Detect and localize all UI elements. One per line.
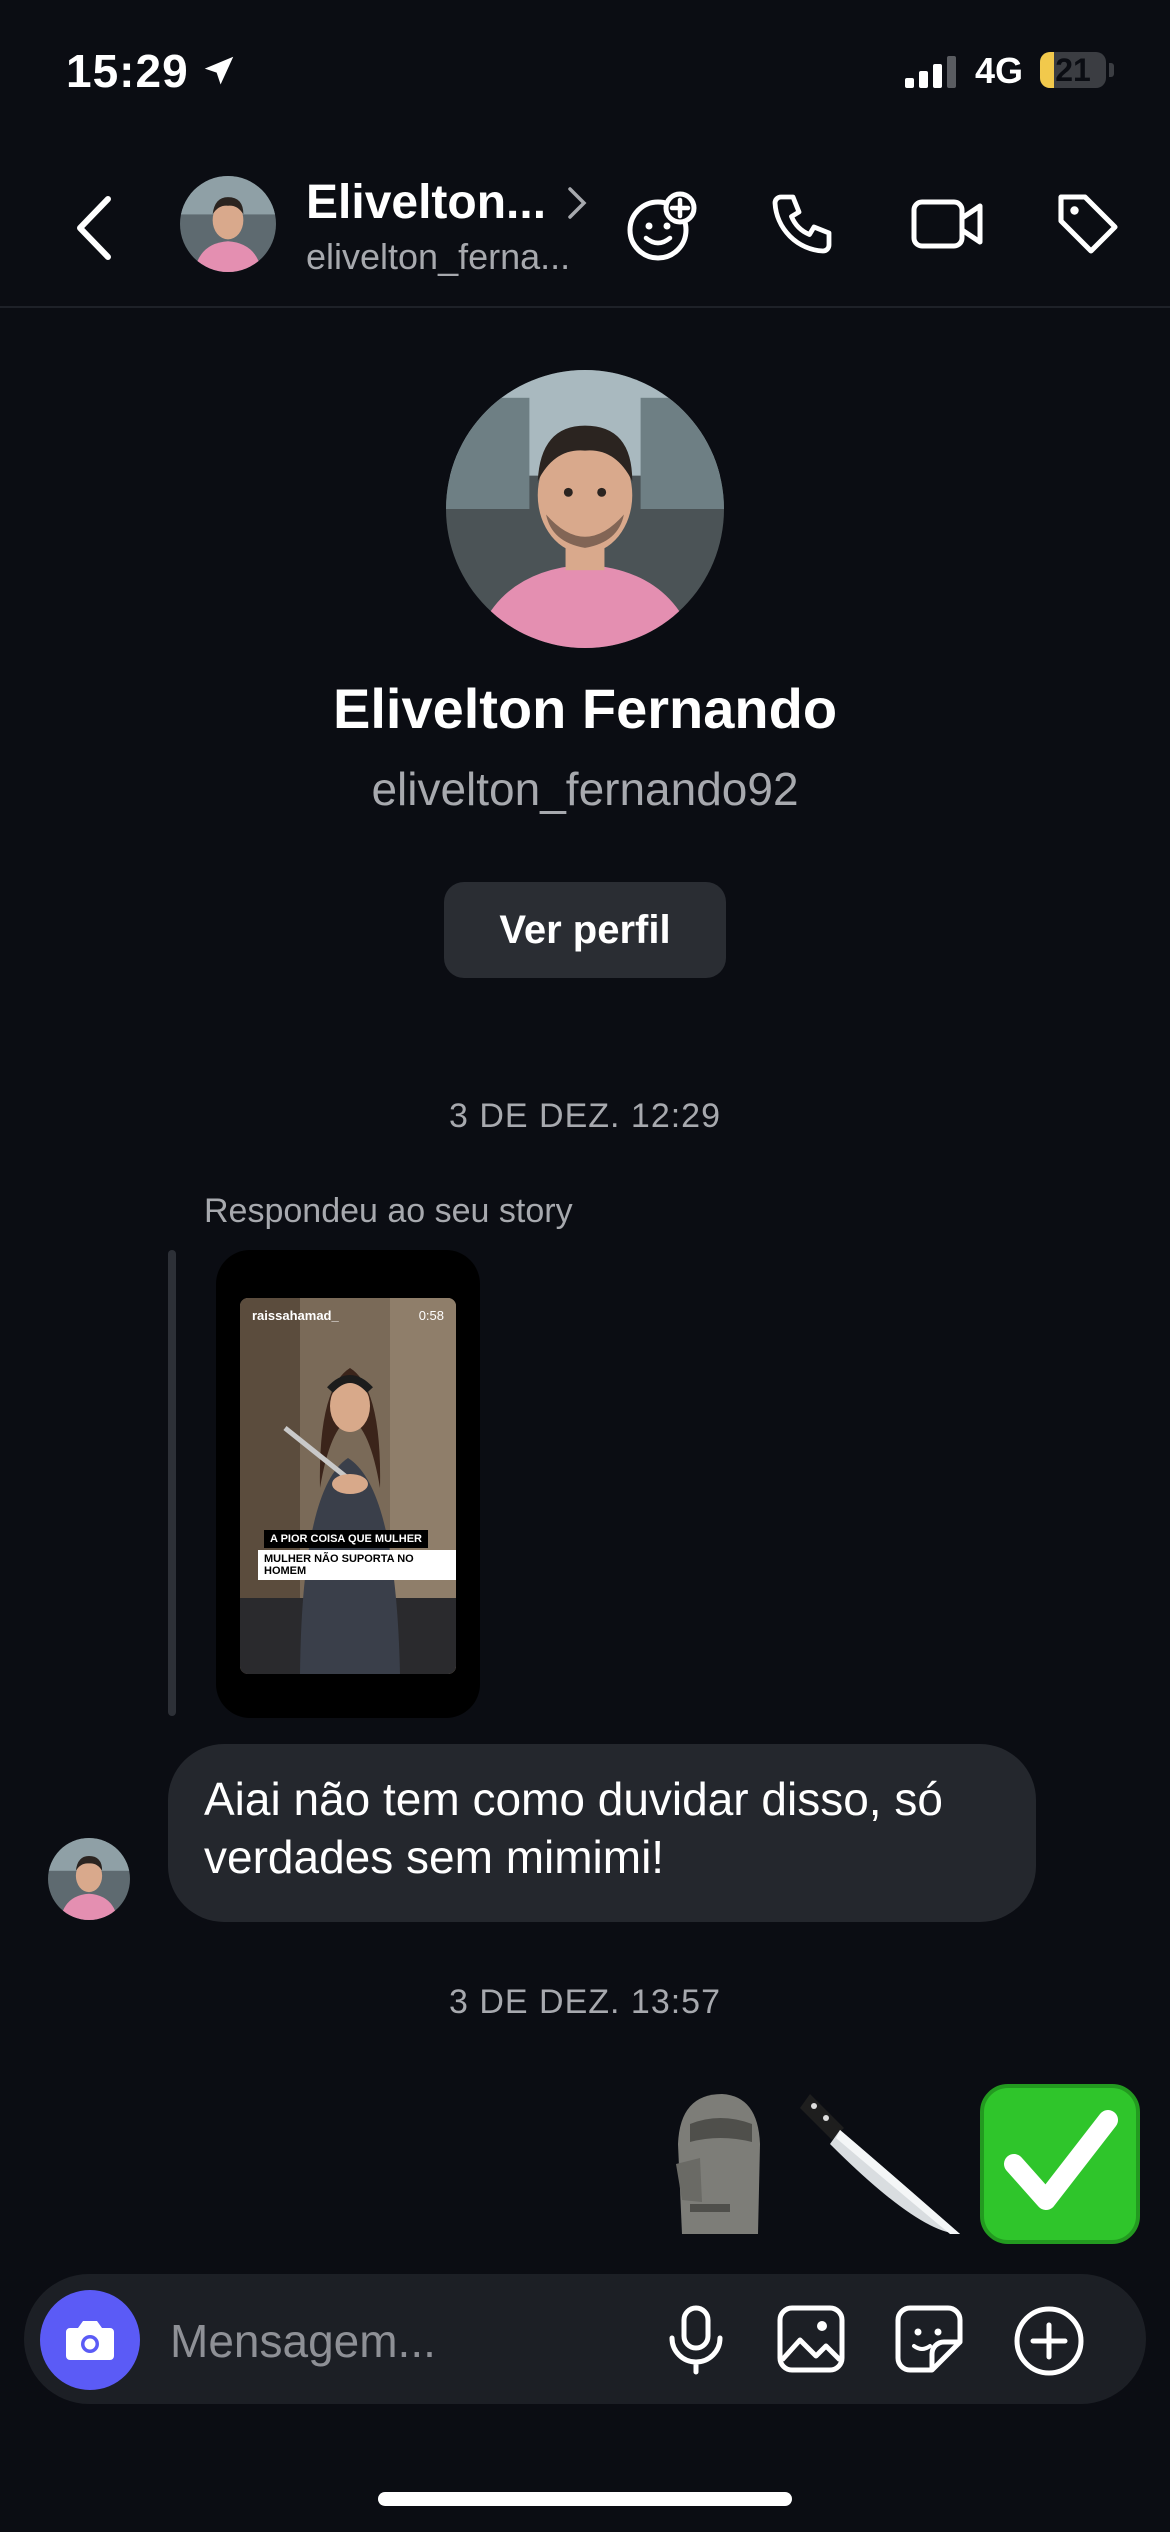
message-input[interactable] <box>168 2300 652 2382</box>
message-text: Aiai não tem como duvidar disso, só verd… <box>204 1773 943 1883</box>
knife-emoji <box>800 2094 960 2234</box>
back-button[interactable] <box>72 195 116 266</box>
incoming-message-bubble[interactable]: Aiai não tem como duvidar disso, só verd… <box>168 1744 1036 1922</box>
status-time: 15:29 <box>66 45 189 97</box>
home-indicator[interactable] <box>378 2492 792 2506</box>
battery-level: 21 <box>1055 52 1091 88</box>
profile-avatar[interactable] <box>446 370 724 648</box>
header-name[interactable]: Elivelton... <box>306 175 546 230</box>
network-label: 4G <box>975 50 1024 91</box>
image-icon[interactable] <box>776 2304 846 2379</box>
battery-nub <box>1109 63 1114 77</box>
header-avatar[interactable] <box>180 176 276 272</box>
message-avatar[interactable] <box>48 1838 130 1920</box>
reply-indicator-bar <box>168 1250 176 1716</box>
add-emoji-icon[interactable] <box>624 188 700 269</box>
camera-button[interactable] <box>40 2290 140 2390</box>
location-arrow-icon <box>200 52 238 95</box>
timestamp: 3 DE DEZ. 12:29 <box>448 1097 721 1135</box>
story-thumbnail[interactable]: raissahamad_ 0:58 A PIOR COISA QUE MULHE… <box>216 1250 480 1718</box>
reply-label: Respondeu ao seu story <box>204 1192 573 1230</box>
microphone-icon[interactable] <box>664 2304 728 2381</box>
phone-icon[interactable] <box>766 188 838 265</box>
timestamp: 3 DE DEZ. 13:57 <box>448 1983 721 2021</box>
check-emoji <box>980 2084 1140 2244</box>
header-divider <box>0 306 1170 308</box>
story-image: raissahamad_ 0:58 A PIOR COISA QUE MULHE… <box>240 1298 456 1674</box>
tag-icon[interactable] <box>1052 188 1124 265</box>
camera-icon <box>66 2321 114 2360</box>
video-icon[interactable] <box>910 188 986 265</box>
story-username: raissahamad_ <box>252 1308 339 1323</box>
profile-handle: elivelton_fernando92 <box>371 763 799 815</box>
view-profile-button[interactable]: Ver perfil <box>444 882 726 978</box>
sticker-icon[interactable] <box>894 2304 964 2379</box>
signal-icon <box>905 56 961 93</box>
battery-icon: 21 <box>1040 52 1106 88</box>
plus-icon[interactable] <box>1012 2304 1086 2383</box>
chevron-right-icon[interactable] <box>566 186 588 225</box>
story-caption-line2: MULHER NÃO SUPORTA NO HOMEM <box>258 1550 456 1580</box>
header-handle[interactable]: elivelton_ferna... <box>306 236 570 278</box>
outgoing-emoji-message[interactable] <box>660 2084 1140 2249</box>
profile-name: Elivelton Fernando <box>332 677 838 740</box>
moai-emoji <box>676 2094 760 2234</box>
story-duration: 0:58 <box>418 1308 444 1323</box>
story-caption-line1: A PIOR COISA QUE MULHER <box>264 1530 428 1548</box>
